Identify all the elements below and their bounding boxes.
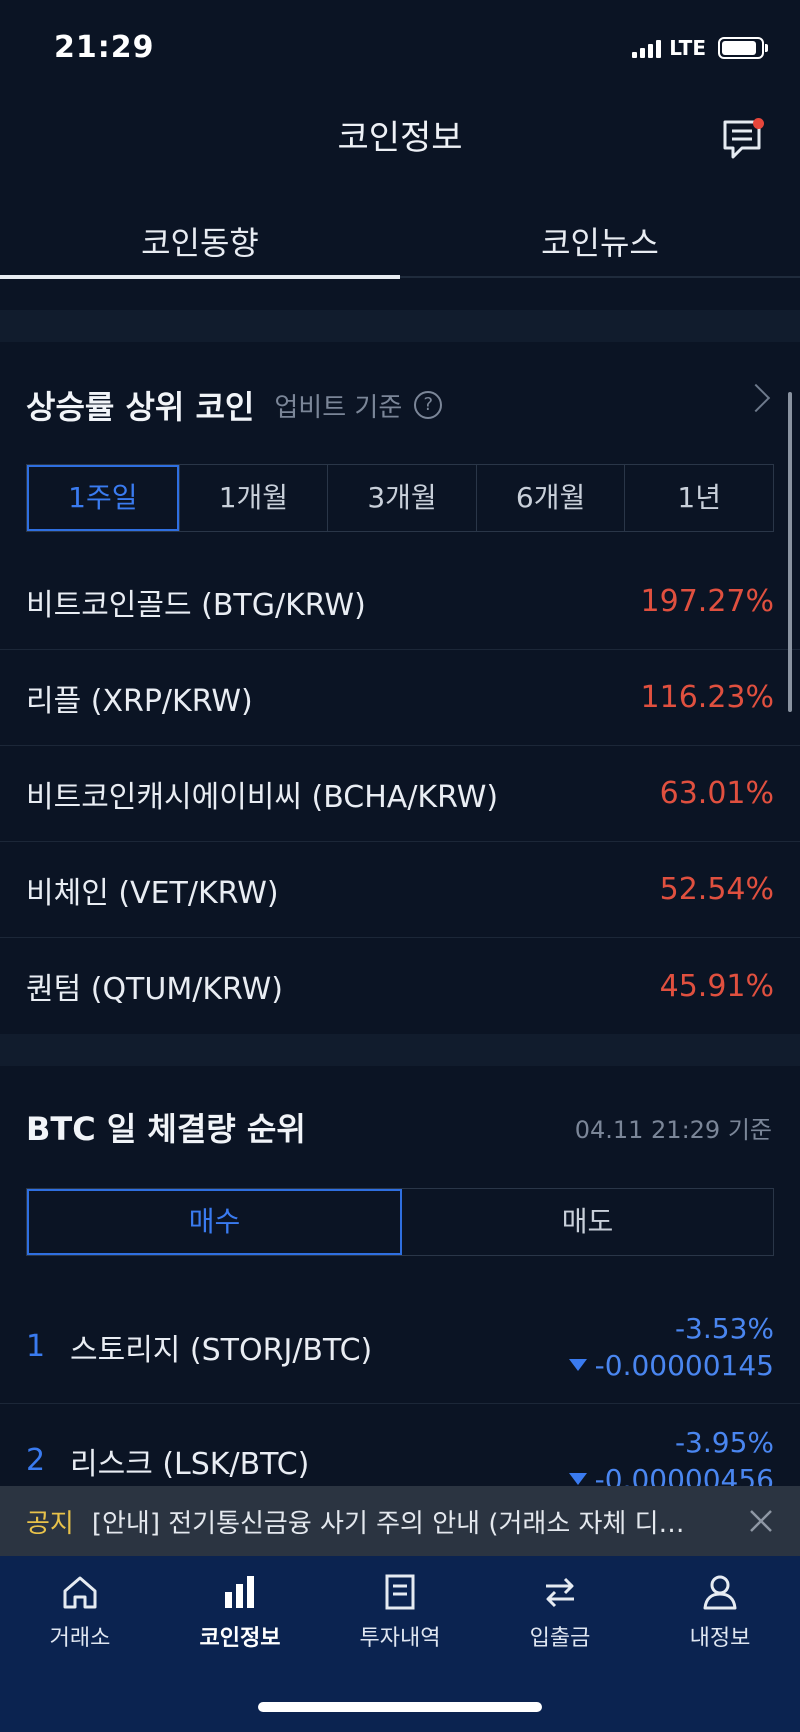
coin-name: 비체인 (VET/KRW) xyxy=(26,875,279,911)
coin-name: 비트코인캐시에이비씨 (BCHA/KRW) xyxy=(26,779,499,815)
notice-label: 공지 xyxy=(26,1508,74,1539)
down-triangle-icon xyxy=(568,1359,587,1371)
coin-change: 116.23% xyxy=(640,680,774,715)
nav-deposit-withdraw[interactable]: 입출금 xyxy=(480,1556,640,1666)
period-6-months[interactable]: 6개월 xyxy=(475,465,625,531)
notice-banner[interactable]: 공지 [안내] 전기통신금융 사기 주의 안내 (거래소 자체 디… xyxy=(0,1486,800,1556)
period-selector: 1주일 1개월 3개월 6개월 1년 xyxy=(26,464,774,532)
nav-label: 코인정보 xyxy=(199,1626,281,1651)
nav-label: 투자내역 xyxy=(359,1626,441,1651)
top-gainers-title: 상승률 상위 코인 xyxy=(26,388,255,426)
change-amount: -0.00000145 xyxy=(594,1348,774,1382)
nav-label: 거래소 xyxy=(49,1626,111,1651)
change-percent: -3.95% xyxy=(674,1425,774,1459)
notice-text: [안내] 전기통신금융 사기 주의 안내 (거래소 자체 디… xyxy=(91,1508,685,1539)
scrollbar[interactable] xyxy=(788,392,792,712)
period-1-year[interactable]: 1년 xyxy=(624,465,773,531)
btc-volume-list: 1 스토리지 (STORJ/BTC) -3.53% -0.00000145 2 … xyxy=(0,1290,800,1518)
segment-buy[interactable]: 매수 xyxy=(27,1189,402,1255)
status-bar: 21:29 LTE xyxy=(0,0,800,96)
list-item[interactable]: 1 스토리지 (STORJ/BTC) -3.53% -0.00000145 xyxy=(0,1290,800,1404)
list-item[interactable]: 비트코인캐시에이비씨 (BCHA/KRW) 63.01% xyxy=(0,746,800,842)
coin-change: 63.01% xyxy=(659,776,774,811)
network-label: LTE xyxy=(669,36,706,60)
list-item[interactable]: 비트코인골드 (BTG/KRW) 197.27% xyxy=(0,554,800,650)
change-amount-row: -0.00000145 xyxy=(568,1348,774,1382)
top-gainers-list: 비트코인골드 (BTG/KRW) 197.27% 리플 (XRP/KRW) 11… xyxy=(0,554,800,1034)
segment-sell[interactable]: 매도 xyxy=(402,1189,773,1255)
document-icon xyxy=(385,1574,415,1610)
btc-volume-timestamp: 04.11 21:29 기준 xyxy=(574,1116,772,1144)
rank-number: 2 xyxy=(26,1443,46,1478)
bar-chart-icon xyxy=(225,1576,254,1608)
nav-exchange[interactable]: 거래소 xyxy=(0,1556,160,1666)
home-icon xyxy=(63,1576,97,1609)
notification-dot xyxy=(753,118,764,129)
bottom-nav: 거래소 코인정보 투자내역 입출금 내정보 xyxy=(0,1556,800,1732)
signal-icon xyxy=(632,38,662,58)
tab-coin-news[interactable]: 코인뉴스 xyxy=(400,200,800,276)
close-icon[interactable] xyxy=(748,1508,774,1534)
nav-my-info[interactable]: 내정보 xyxy=(640,1556,800,1666)
nav-label: 입출금 xyxy=(529,1626,591,1651)
battery-icon xyxy=(718,37,768,59)
list-item[interactable]: 퀀텀 (QTUM/KRW) 45.91% xyxy=(0,938,800,1034)
coin-name: 스토리지 (STORJ/BTC) xyxy=(70,1332,373,1368)
chevron-right-icon[interactable] xyxy=(741,383,771,413)
coin-change: 52.54% xyxy=(659,872,774,907)
btc-volume-title: BTC 일 체결량 순위 xyxy=(26,1110,306,1148)
coin-name: 퀀텀 (QTUM/KRW) xyxy=(26,972,283,1007)
list-item[interactable]: 비체인 (VET/KRW) 52.54% xyxy=(0,842,800,938)
person-icon xyxy=(703,1575,737,1610)
coin-name: 리스크 (LSK/BTC) xyxy=(70,1446,310,1482)
section-divider xyxy=(0,310,800,342)
home-indicator[interactable] xyxy=(258,1702,542,1712)
top-gainers-subtitle: 업비트 기준 xyxy=(274,392,403,423)
top-gainers-header: 상승률 상위 코인 업비트 기준 ? xyxy=(26,382,443,428)
transfer-arrows-icon xyxy=(546,1577,574,1608)
section-divider xyxy=(0,1034,800,1066)
change-block: -3.53% -0.00000145 xyxy=(568,1311,774,1382)
period-3-months[interactable]: 3개월 xyxy=(327,465,476,531)
buy-sell-toggle: 매수 매도 xyxy=(26,1188,774,1256)
coin-change: 45.91% xyxy=(659,968,774,1004)
coin-change: 197.27% xyxy=(640,584,774,619)
nav-label: 내정보 xyxy=(689,1626,751,1651)
coin-name: 리플 (XRP/KRW) xyxy=(26,683,253,719)
status-indicators: LTE xyxy=(632,36,768,60)
period-1-week[interactable]: 1주일 xyxy=(27,465,179,531)
coin-name: 비트코인골드 (BTG/KRW) xyxy=(26,587,366,623)
page-title: 코인정보 xyxy=(337,118,463,158)
main-tabs: 코인동향 코인뉴스 xyxy=(0,200,800,279)
nav-coin-info[interactable]: 코인정보 xyxy=(160,1556,320,1666)
nav-investment-history[interactable]: 투자내역 xyxy=(320,1556,480,1666)
rank-number: 1 xyxy=(26,1329,46,1364)
list-item[interactable]: 리플 (XRP/KRW) 116.23% xyxy=(0,650,800,746)
change-block: -3.95% -0.00000456 xyxy=(568,1425,774,1496)
period-1-month[interactable]: 1개월 xyxy=(178,465,328,531)
down-triangle-icon xyxy=(568,1473,587,1485)
change-percent: -3.53% xyxy=(674,1311,774,1345)
help-icon[interactable]: ? xyxy=(414,391,443,419)
status-time: 21:29 xyxy=(54,30,155,65)
tab-coin-trends[interactable]: 코인동향 xyxy=(0,200,400,279)
